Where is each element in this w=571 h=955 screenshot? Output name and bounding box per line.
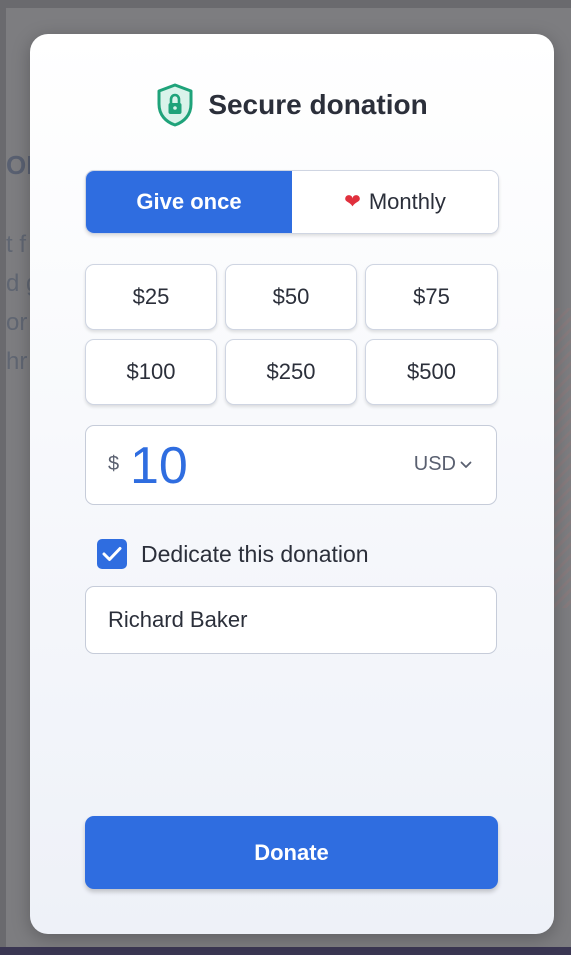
give-once-label: Give once [136, 189, 242, 214]
monthly-button[interactable]: ❤ Monthly [292, 171, 498, 233]
dedicate-checkbox-row[interactable]: Dedicate this donation [97, 539, 369, 569]
currency-code: USD [413, 453, 456, 475]
dedicate-checkbox[interactable] [97, 539, 127, 569]
amount-input[interactable]: 10 [130, 436, 188, 496]
modal-header: Secure donation [30, 83, 554, 127]
donate-label: Donate [254, 839, 329, 865]
frequency-toggle: Give once ❤ Monthly [85, 170, 499, 234]
monthly-label: Monthly [368, 189, 446, 214]
donate-button[interactable]: Donate [85, 816, 498, 889]
custom-amount-field[interactable]: $ 10 USD [85, 425, 497, 505]
checkmark-icon [102, 547, 122, 561]
modal-title: Secure donation [208, 89, 428, 120]
amount-button-25[interactable]: $25 [85, 264, 217, 330]
chevron-down-icon [460, 461, 472, 468]
background-text-fragment: or [6, 309, 28, 336]
amount-button-100[interactable]: $100 [85, 339, 217, 405]
background-footer-strip [0, 947, 571, 955]
amount-button-250[interactable]: $250 [225, 339, 357, 405]
amount-button-50[interactable]: $50 [225, 264, 357, 330]
amount-button-75[interactable]: $75 [365, 264, 498, 330]
give-once-button[interactable]: Give once [86, 171, 292, 233]
currency-symbol: $ [108, 453, 120, 475]
donation-modal: Secure donation Give once ❤ Monthly $25 … [30, 34, 554, 934]
heart-icon: ❤ [344, 191, 361, 213]
currency-dropdown[interactable]: USD [414, 453, 472, 476]
background-text-fragment: hr [6, 348, 28, 375]
honoree-name-input[interactable] [85, 586, 497, 654]
dedicate-label: Dedicate this donation [141, 540, 369, 567]
amount-button-500[interactable]: $500 [365, 339, 498, 405]
background-text-fragment: t f [6, 231, 27, 258]
lock-shield-icon [157, 83, 193, 127]
preset-amounts: $25 $50 $75 $100 $250 $500 [85, 264, 498, 405]
